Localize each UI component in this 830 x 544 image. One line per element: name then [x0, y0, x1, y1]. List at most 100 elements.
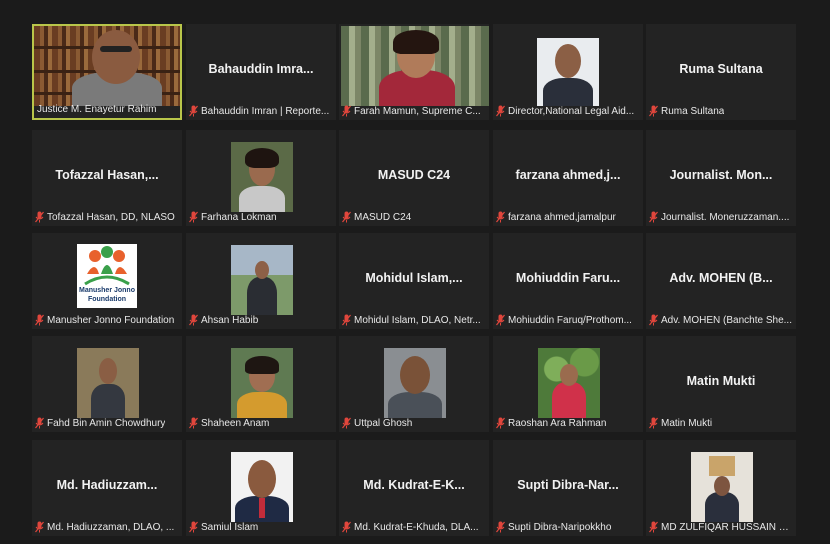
muted-mic-icon: [649, 105, 658, 117]
participant-name-label: Mohidul Islam, DLAO, Netr...: [354, 314, 481, 326]
participant-name-bar: Adv. MOHEN (Banchte She...: [649, 313, 794, 327]
participant-tile-adv-mohen[interactable]: Adv. MOHEN (B... Adv. MOHEN (Banchte She…: [646, 233, 796, 329]
participant-name-label: Ahsan Habib: [201, 314, 259, 326]
participant-display-name: Ruma Sultana: [679, 62, 763, 76]
participant-name-bar: Md. Hadiuzzaman, DLAO, ...: [35, 520, 180, 534]
participant-display-name: farzana ahmed,j...: [515, 168, 621, 182]
participant-tile-matin-mukti[interactable]: Matin Mukti Matin Mukti: [646, 336, 796, 432]
muted-mic-icon: [496, 417, 505, 429]
participant-name-bar: Uttpal Ghosh: [342, 416, 487, 430]
participant-display-name: Bahauddin Imra...: [208, 62, 314, 76]
person-silhouette: [543, 78, 593, 106]
participant-tile-supti-dibra[interactable]: Supti Dibra-Nar... Supti Dibra-Naripokkh…: [493, 440, 643, 536]
participant-photo: [231, 452, 293, 522]
muted-mic-icon: [189, 211, 198, 223]
person-face: [255, 261, 269, 279]
participant-tile-manusher-jonno-foundation[interactable]: Manusher Jonno Foundation Manusher Jonno…: [32, 233, 182, 329]
participant-tile-uttpal-ghosh[interactable]: Uttpal Ghosh: [339, 336, 489, 432]
video-gallery: Justice M. Enayetur Rahim Bahauddin Imra…: [0, 0, 830, 544]
participant-tile-journalist-moneruzzaman[interactable]: Journalist. Mon... Journalist. Moneruzza…: [646, 130, 796, 226]
participant-name-label: Md. Hadiuzzaman, DLAO, ...: [47, 521, 175, 533]
participant-name-bar: Farhana Lokman: [189, 210, 334, 224]
participant-display-name: Journalist. Mon...: [669, 168, 773, 182]
muted-mic-icon: [35, 211, 44, 223]
participant-photo: [231, 245, 293, 315]
participant-tile-mohidul-islam[interactable]: Mohidul Islam,... Mohidul Islam, DLAO, N…: [339, 233, 489, 329]
person-silhouette: [91, 384, 125, 418]
participant-tile-md-zulfiqar-hussain[interactable]: MD ZULFIQAR HUSSAIN R...: [646, 440, 796, 536]
person-face: [99, 358, 117, 384]
participant-tile-justice-enayetur-rahim[interactable]: Justice M. Enayetur Rahim: [32, 24, 182, 120]
person-silhouette: [237, 392, 287, 418]
participant-tile-tofazzal-hasan[interactable]: Tofazzal Hasan,... Tofazzal Hasan, DD, N…: [32, 130, 182, 226]
participant-display-name: Adv. MOHEN (B...: [669, 271, 773, 285]
participant-video: [34, 26, 180, 106]
person-face: [248, 460, 276, 498]
participant-tile-masud-c24[interactable]: MASUD C24 MASUD C24: [339, 130, 489, 226]
participant-display-name: Mohiuddin Faru...: [515, 271, 621, 285]
participant-name-label: farzana ahmed,jamalpur: [508, 211, 616, 223]
participant-name-label: Matin Mukti: [661, 417, 713, 429]
person-silhouette: [239, 186, 285, 212]
muted-mic-icon: [496, 521, 505, 533]
participant-display-name: Supti Dibra-Nar...: [517, 478, 619, 492]
participant-name-label: Ruma Sultana: [661, 105, 725, 117]
participant-name-label: Manusher Jonno Foundation: [47, 314, 175, 326]
participant-name-bar: Bahauddin Imran | Reporte...: [189, 104, 334, 118]
participant-tile-raoshan-ara-rahman[interactable]: Raoshan Ara Rahman: [493, 336, 643, 432]
participant-name-label: Raoshan Ara Rahman: [508, 417, 607, 429]
participant-name-label: MASUD C24: [354, 211, 412, 223]
participant-tile-samiul-islam[interactable]: Samiul Islam: [186, 440, 336, 536]
participant-photo: [77, 348, 139, 418]
person-face: [400, 356, 430, 394]
logo-text-line2: Foundation: [87, 296, 127, 303]
participant-tile-director-national-legal-aid[interactable]: Director,National Legal Aid...: [493, 24, 643, 120]
participant-display-name: Mohidul Islam,...: [365, 271, 463, 285]
participant-name-bar: Director,National Legal Aid...: [496, 104, 641, 118]
participant-tile-farhana-lokman[interactable]: Farhana Lokman: [186, 130, 336, 226]
person-face: [714, 476, 730, 496]
person-silhouette: [552, 382, 586, 418]
participant-tile-shaheen-anam[interactable]: Shaheen Anam: [186, 336, 336, 432]
participant-tile-farah-mamun[interactable]: Farah Mamun, Supreme C...: [339, 24, 489, 120]
muted-mic-icon: [649, 211, 658, 223]
muted-mic-icon: [649, 417, 658, 429]
participant-tile-ahsan-habib[interactable]: Ahsan Habib: [186, 233, 336, 329]
person-silhouette: [705, 492, 739, 522]
participant-photo: [538, 348, 600, 418]
participant-name-label: Tofazzal Hasan, DD, NLASO: [47, 211, 175, 223]
participant-tile-mohiuddin-faruq[interactable]: Mohiuddin Faru... Mohiuddin Faruq/Protho…: [493, 233, 643, 329]
participant-name-bar: Journalist. Moneruzzaman....: [649, 210, 794, 224]
participant-name-bar: Mohidul Islam, DLAO, Netr...: [342, 313, 487, 327]
muted-mic-icon: [35, 521, 44, 533]
participant-tile-ruma-sultana[interactable]: Ruma Sultana Ruma Sultana: [646, 24, 796, 120]
participant-name-label: Uttpal Ghosh: [354, 417, 413, 429]
participant-name-label: Justice M. Enayetur Rahim: [37, 103, 157, 115]
participant-tile-fahd-bin-amin-chowdhury[interactable]: Fahd Bin Amin Chowdhury: [32, 336, 182, 432]
muted-mic-icon: [189, 314, 198, 326]
participant-tile-md-kudrat-e-khuda[interactable]: Md. Kudrat-E-K... Md. Kudrat-E-Khuda, DL…: [339, 440, 489, 536]
participant-name-bar: Matin Mukti: [649, 416, 794, 430]
participant-name-label: Shaheen Anam: [201, 417, 270, 429]
muted-mic-icon: [342, 314, 351, 326]
participant-name-label: Fahd Bin Amin Chowdhury: [47, 417, 166, 429]
participant-video: [341, 26, 489, 106]
muted-mic-icon: [649, 314, 658, 326]
participant-name-bar: MASUD C24: [342, 210, 487, 224]
participant-name-bar: Fahd Bin Amin Chowdhury: [35, 416, 180, 430]
participant-name-label: Director,National Legal Aid...: [508, 105, 635, 117]
participant-name-label: Farah Mamun, Supreme C...: [354, 105, 481, 117]
participant-display-name: Matin Mukti: [686, 374, 756, 388]
participant-display-name: Tofazzal Hasan,...: [55, 168, 159, 182]
participant-photo: [384, 348, 446, 418]
muted-mic-icon: [342, 211, 351, 223]
participant-name-label: Md. Kudrat-E-Khuda, DLA...: [354, 521, 479, 533]
participant-name-bar: Tofazzal Hasan, DD, NLASO: [35, 210, 180, 224]
muted-mic-icon: [189, 521, 198, 533]
participant-tile-farzana-ahmed[interactable]: farzana ahmed,j... farzana ahmed,jamalpu…: [493, 130, 643, 226]
participant-tile-md-hadiuzzaman[interactable]: Md. Hadiuzzam... Md. Hadiuzzaman, DLAO, …: [32, 440, 182, 536]
participant-name-bar: MD ZULFIQAR HUSSAIN R...: [649, 520, 794, 534]
participant-name-label: MD ZULFIQAR HUSSAIN R...: [661, 521, 794, 533]
participant-tile-bahauddin-imran[interactable]: Bahauddin Imra... Bahauddin Imran | Repo…: [186, 24, 336, 120]
participant-name-label: Farhana Lokman: [201, 211, 277, 223]
